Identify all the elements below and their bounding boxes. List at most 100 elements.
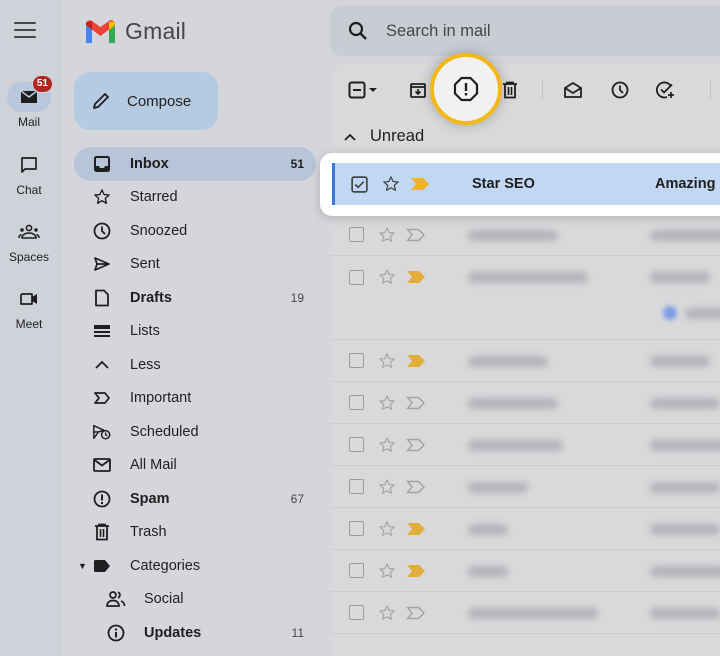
- row-checkbox[interactable]: [349, 479, 364, 494]
- section-header-unread[interactable]: Unread: [344, 127, 424, 146]
- important-marker-icon[interactable]: [406, 354, 426, 368]
- email-row[interactable]: [330, 550, 720, 592]
- blurred-attachment-icon: [663, 306, 677, 320]
- toolbar-divider: [542, 80, 543, 100]
- snooze-button[interactable]: [608, 78, 632, 102]
- nav-item-drafts[interactable]: Drafts 19: [74, 281, 316, 315]
- email-row[interactable]: [330, 340, 720, 382]
- clock-icon: [611, 81, 629, 99]
- blurred-subject: [650, 482, 720, 493]
- star-icon[interactable]: [378, 352, 396, 370]
- nav-item-spam[interactable]: Spam 67: [74, 482, 316, 516]
- blurred-subject: [650, 566, 720, 577]
- row-checkbox[interactable]: [349, 353, 364, 368]
- star-icon[interactable]: [378, 562, 396, 580]
- nav-list: Inbox 51 Starred Snoozed Sent Drafts 19 …: [62, 147, 330, 650]
- star-icon: [94, 189, 110, 205]
- important-marker-icon[interactable]: [406, 396, 426, 410]
- blurred-sender: [468, 482, 528, 493]
- row-checkbox[interactable]: [349, 605, 364, 620]
- inbox-icon: [94, 155, 110, 172]
- label-icon: [94, 559, 110, 572]
- nav-item-trash[interactable]: Trash: [74, 516, 316, 550]
- important-marker-icon[interactable]: [406, 480, 426, 494]
- archive-button[interactable]: [406, 78, 430, 102]
- nav-item-snoozed[interactable]: Snoozed: [74, 214, 316, 248]
- checkbox-checked-icon[interactable]: [351, 175, 368, 193]
- star-icon[interactable]: [382, 175, 400, 193]
- nav-item-all-mail[interactable]: All Mail: [74, 449, 316, 483]
- nav-item-updates[interactable]: Updates 11: [74, 616, 316, 650]
- row-checkbox[interactable]: [349, 395, 364, 410]
- spaces-icon: [18, 224, 40, 239]
- add-to-tasks-button[interactable]: [654, 78, 678, 102]
- chevron-up-icon: [344, 133, 356, 141]
- rail-item-chat[interactable]: Chat: [3, 150, 55, 197]
- open-envelope-icon: [564, 82, 582, 98]
- row-checkbox[interactable]: [349, 269, 364, 285]
- important-marker-icon[interactable]: [406, 606, 426, 620]
- email-row[interactable]: [330, 592, 720, 634]
- trash-icon: [503, 81, 517, 99]
- nav-item-less[interactable]: Less: [74, 348, 316, 382]
- nav-item-sent[interactable]: Sent: [74, 248, 316, 282]
- important-marker-icon[interactable]: [406, 228, 426, 242]
- email-row[interactable]: [330, 256, 720, 340]
- star-icon[interactable]: [378, 478, 396, 496]
- email-row[interactable]: [330, 382, 720, 424]
- compose-button[interactable]: Compose: [74, 72, 218, 130]
- email-row[interactable]: [330, 508, 720, 550]
- email-row[interactable]: [330, 214, 720, 256]
- social-icon: [106, 591, 126, 608]
- search-bar[interactable]: Search in mail: [330, 6, 720, 56]
- caret-down-icon: [369, 88, 377, 92]
- nav-item-important[interactable]: Important: [74, 382, 316, 416]
- email-sender: Star SEO: [472, 176, 535, 192]
- email-row-selected[interactable]: Star SEO Amazing: [332, 163, 720, 205]
- email-row[interactable]: [330, 424, 720, 466]
- mark-as-read-button[interactable]: [561, 78, 585, 102]
- nav-item-lists[interactable]: Lists: [74, 315, 316, 349]
- important-marker-icon[interactable]: [406, 564, 426, 578]
- important-marker-icon[interactable]: [406, 522, 426, 536]
- star-icon[interactable]: [378, 268, 396, 286]
- star-icon[interactable]: [378, 436, 396, 454]
- star-icon[interactable]: [378, 394, 396, 412]
- row-checkbox[interactable]: [349, 521, 364, 536]
- email-row[interactable]: [330, 466, 720, 508]
- caret-down-icon[interactable]: ▼: [78, 561, 87, 571]
- nav-item-categories[interactable]: ▼ Categories: [74, 549, 316, 583]
- blurred-sender: [468, 566, 508, 577]
- email-list: [330, 164, 720, 634]
- main-menu-icon[interactable]: [14, 20, 36, 40]
- app-rail: 51 Mail Chat Spaces Meet: [0, 0, 62, 656]
- nav-item-inbox[interactable]: Inbox 51: [74, 147, 316, 181]
- star-icon[interactable]: [378, 604, 396, 622]
- search-icon[interactable]: [348, 21, 368, 41]
- rail-item-mail[interactable]: 51 Mail: [3, 75, 55, 129]
- blurred-sender: [468, 608, 598, 619]
- row-checkbox[interactable]: [349, 227, 364, 242]
- nav-item-scheduled[interactable]: Scheduled: [74, 415, 316, 449]
- star-icon[interactable]: [378, 226, 396, 244]
- star-icon[interactable]: [378, 520, 396, 538]
- nav-item-social[interactable]: Social: [74, 583, 316, 617]
- important-marker-icon[interactable]: [406, 438, 426, 452]
- important-marker-icon[interactable]: [410, 177, 430, 191]
- nav-item-starred[interactable]: Starred: [74, 181, 316, 215]
- important-marker-icon[interactable]: [406, 270, 426, 284]
- updates-count: 11: [291, 625, 304, 640]
- row-checkbox[interactable]: [349, 437, 364, 452]
- rail-item-meet[interactable]: Meet: [3, 284, 55, 331]
- blurred-sender: [468, 398, 558, 409]
- archive-icon: [410, 83, 426, 98]
- report-spam-button[interactable]: [430, 53, 502, 125]
- row-checkbox[interactable]: [349, 563, 364, 578]
- blurred-sender: [468, 356, 548, 367]
- gmail-logo[interactable]: Gmail: [84, 18, 186, 45]
- select-dropdown[interactable]: [366, 78, 380, 102]
- rail-item-spaces[interactable]: Spaces: [3, 217, 55, 264]
- search-input[interactable]: Search in mail: [386, 22, 491, 41]
- blurred-sender: [468, 524, 508, 535]
- email-subject: Amazing: [655, 176, 716, 192]
